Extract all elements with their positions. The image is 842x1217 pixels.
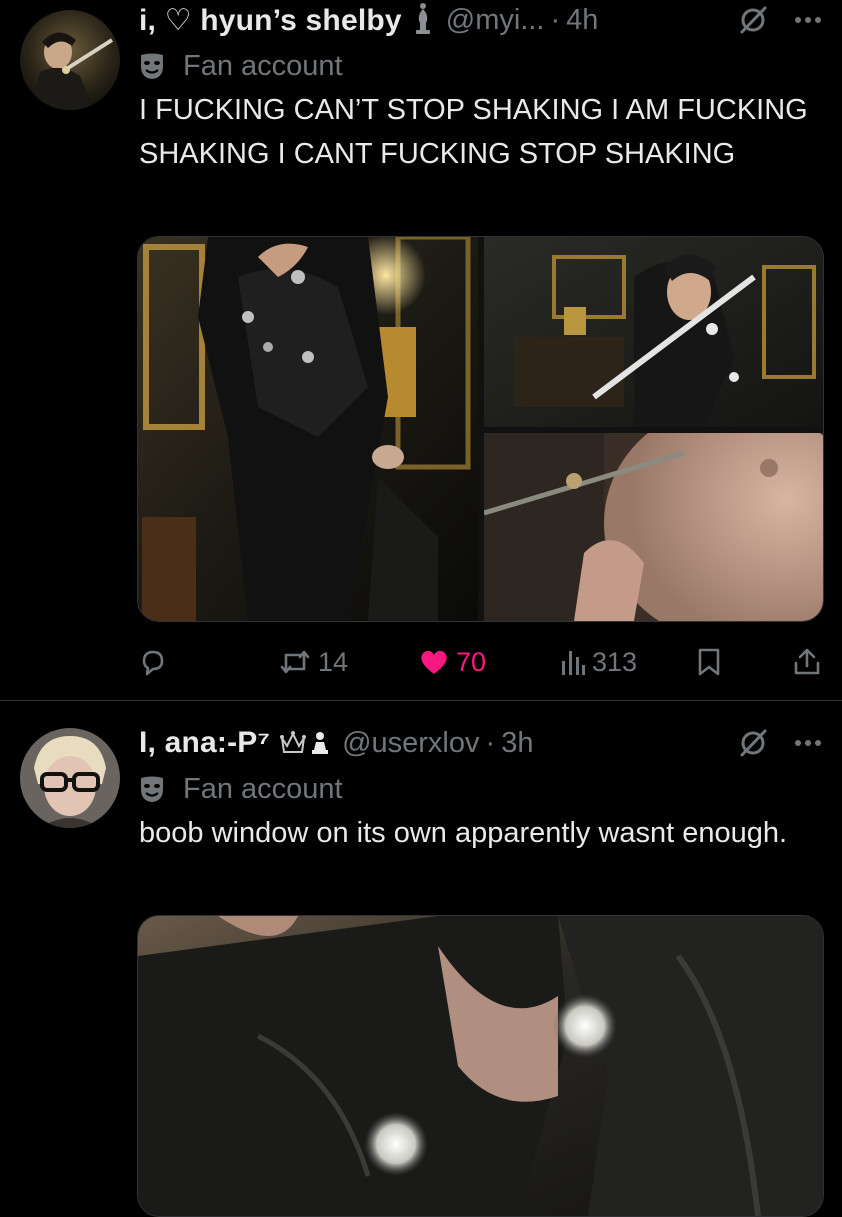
like-count: 70 bbox=[456, 646, 487, 677]
tweet-text: I FUCKING CAN’T STOP SHAKING I AM FUCKIN… bbox=[139, 94, 808, 170]
account-label: Fan account bbox=[139, 48, 343, 84]
grok-icon[interactable] bbox=[738, 5, 768, 35]
repost-icon bbox=[280, 650, 310, 674]
tweet-text: boob window on its own apparently wasnt … bbox=[139, 817, 788, 849]
chess-bishop-icon bbox=[412, 2, 434, 38]
timestamp[interactable]: 4h bbox=[566, 4, 598, 37]
media-grid[interactable] bbox=[137, 236, 824, 622]
tweet-header: i, ♡ hyun’s shelby @myi... · 4h bbox=[139, 0, 822, 40]
media-photo-3[interactable] bbox=[484, 433, 823, 621]
theater-mask-icon bbox=[139, 52, 165, 80]
reply-button[interactable] bbox=[138, 640, 174, 684]
media-photo-1[interactable] bbox=[138, 237, 478, 621]
like-button[interactable]: 70 bbox=[418, 640, 486, 684]
bookmark-icon bbox=[698, 648, 720, 676]
views-button[interactable]: 313 bbox=[560, 640, 637, 684]
reply-icon bbox=[142, 650, 164, 676]
timestamp[interactable]: 3h bbox=[501, 727, 533, 760]
handle[interactable]: @userxlov bbox=[342, 727, 479, 760]
more-options-icon[interactable] bbox=[794, 15, 822, 25]
tweet-1[interactable]: i, ♡ hyun’s shelby @myi... · 4h Fan acco… bbox=[0, 0, 842, 700]
tweet-actions: 14 70 313 bbox=[0, 640, 842, 684]
crown-icon bbox=[280, 730, 307, 756]
grok-icon[interactable] bbox=[738, 728, 768, 758]
heart-filled-icon bbox=[421, 650, 447, 674]
media-photo-2[interactable] bbox=[484, 237, 823, 427]
views-icon bbox=[562, 651, 585, 675]
media-single[interactable] bbox=[137, 915, 824, 1217]
bookmark-button[interactable] bbox=[696, 640, 722, 684]
account-label-text: Fan account bbox=[183, 772, 343, 805]
account-label-text: Fan account bbox=[183, 49, 343, 82]
share-icon bbox=[794, 648, 820, 675]
account-label: Fan account bbox=[139, 771, 343, 807]
display-name[interactable]: I, ana:-P⁷ bbox=[139, 726, 270, 760]
repost-count: 14 bbox=[318, 646, 349, 677]
avatar[interactable] bbox=[20, 728, 120, 828]
chess-pawn-icon bbox=[310, 730, 330, 756]
repost-button[interactable]: 14 bbox=[278, 640, 348, 684]
more-options-icon[interactable] bbox=[794, 738, 822, 748]
avatar[interactable] bbox=[20, 10, 120, 110]
separator-dot: · bbox=[485, 726, 496, 759]
tweet-2[interactable]: I, ana:-P⁷ @userxlov · 3h Fan account bo… bbox=[0, 701, 842, 1217]
handle[interactable]: @myi... bbox=[446, 4, 545, 37]
media-photo-1[interactable] bbox=[138, 916, 823, 1216]
separator-dot: · bbox=[550, 3, 561, 36]
views-count: 313 bbox=[592, 646, 638, 677]
theater-mask-icon bbox=[139, 775, 165, 803]
display-name[interactable]: i, ♡ hyun’s shelby bbox=[139, 3, 402, 38]
share-button[interactable] bbox=[792, 640, 822, 684]
tweet-header: I, ana:-P⁷ @userxlov · 3h bbox=[139, 723, 822, 763]
